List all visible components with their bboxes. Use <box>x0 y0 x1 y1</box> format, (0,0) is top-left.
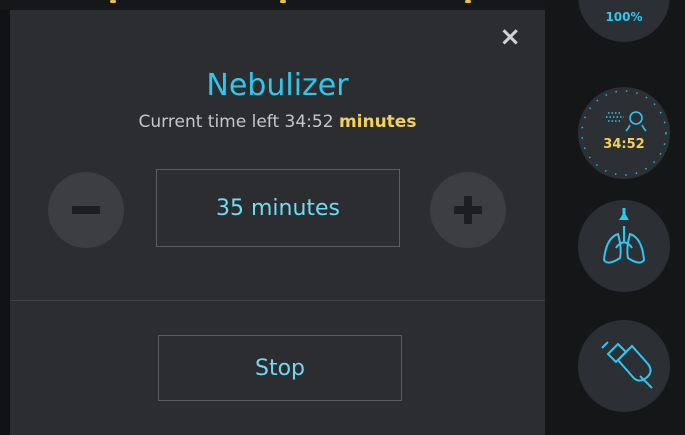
plus-icon <box>454 196 482 224</box>
minus-icon <box>72 206 100 214</box>
lungs-icon <box>602 208 646 264</box>
nebulizer-icon <box>606 111 647 132</box>
lungs-button[interactable] <box>578 200 670 292</box>
top-indicator <box>280 0 286 3</box>
nebulizer-dialog: × Nebulizer Current time left 34:52 minu… <box>10 10 545 435</box>
syringe-icon <box>601 341 653 389</box>
nebulizer-time: 34:52 <box>603 137 645 152</box>
time-left-text: Current time left 34:52 minutes <box>10 112 545 132</box>
decrease-button[interactable] <box>48 172 124 248</box>
dialog-title: Nebulizer <box>206 68 349 103</box>
battery-button[interactable]: 100% <box>578 0 670 42</box>
time-left-unit: minutes <box>338 112 417 132</box>
time-left-label: Current time left 34:52 <box>138 112 334 132</box>
top-edge-strip <box>0 0 545 10</box>
increase-button[interactable] <box>430 172 506 248</box>
battery-percent: 100% <box>605 10 643 24</box>
divider <box>10 300 545 301</box>
close-icon[interactable]: × <box>499 24 521 50</box>
stop-button[interactable]: Stop <box>158 335 402 401</box>
syringe-button[interactable] <box>578 320 670 412</box>
top-indicator <box>465 0 471 3</box>
nebulizer-button[interactable]: 34:52 <box>578 87 670 179</box>
top-indicator <box>110 0 116 3</box>
duration-value-field[interactable]: 35 minutes <box>156 169 400 247</box>
right-rail: 100% 34:52 <box>545 0 685 435</box>
